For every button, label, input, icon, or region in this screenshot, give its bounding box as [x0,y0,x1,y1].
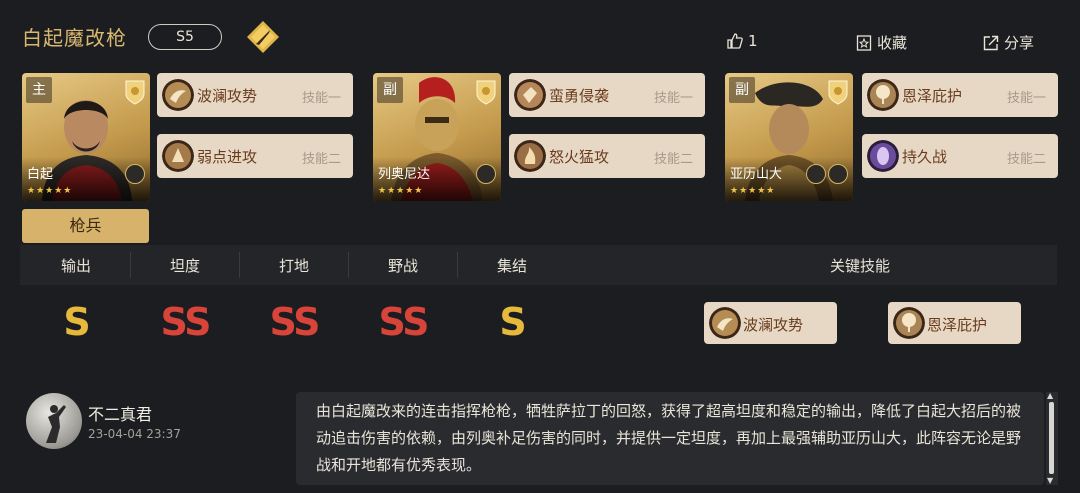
tree-blessing-icon [867,79,899,111]
key-skill-name: 恩泽庇护 [927,316,988,334]
comment-text: 由白起魔改来的连击指挥枪枪，牺牲萨拉丁的回怒，获得了超高坦度和稳定的输出，降低了… [316,402,1022,474]
weakpoint-icon [162,140,194,172]
hero-role-badge: 副 [729,77,755,103]
favorite-label: 收藏 [877,34,908,52]
hero-role-badge: 副 [377,77,403,103]
comment-author[interactable]: 不二真君 [88,401,152,425]
weapon-icon [476,164,496,184]
skill-name: 怒火猛攻 [549,148,610,166]
rating-grade-rally: S [499,300,526,344]
tree-blessing-icon [893,307,925,339]
thumbs-up-icon [727,33,743,49]
skill-card-wave-attack[interactable]: 波澜攻势 技能一 [157,73,353,117]
key-skill-name: 波澜攻势 [743,316,804,334]
hero-stars: ★★★★★ [27,186,73,196]
scroll-thumb[interactable] [1049,402,1054,474]
rating-label-siege: 打地 [278,257,309,275]
season-badge: S5 [148,24,222,50]
page-title: 白起魔改枪 [22,26,127,50]
rating-label-rally: 集结 [496,257,527,275]
hero-card-baiqi[interactable]: 主 白起 ★★★★★ [22,73,150,201]
rating-label-output: 输出 [60,257,91,275]
rating-grade-tankiness: SS [160,300,211,344]
weapon-icon [828,164,848,184]
hero-stars: ★★★★★ [730,186,776,196]
favorite-icon [856,34,872,51]
skill-card-brave-raid[interactable]: 蛮勇侵袭 技能一 [509,73,705,117]
avatar-figure [46,405,66,443]
endurance-icon [867,140,899,172]
hero-role-badge: 主 [26,77,52,103]
hero-stars: ★★★★★ [378,186,424,196]
skill-slot-label: 技能一 [1006,91,1046,106]
skill-card-endurance[interactable]: 持久战 技能二 [862,134,1058,178]
faction-emblem-icon [125,80,145,105]
hero-name: 白起 [27,167,54,182]
key-skill-tree-blessing[interactable]: 恩泽庇护 [888,302,1021,344]
like-count: 1 [748,32,758,50]
skill-slot-label: 技能一 [653,91,693,106]
skill-name: 弱点进攻 [197,148,258,166]
skill-slot-label: 技能二 [1006,152,1046,167]
skill-slot-label: 技能二 [301,152,341,167]
scroll-up-arrow-icon[interactable]: ▲ [1047,391,1053,400]
key-skills-label: 关键技能 [829,257,890,275]
share-label: 分享 [1004,34,1035,52]
share-icon [983,35,999,50]
key-skill-wave-attack[interactable]: 波澜攻势 [704,302,837,344]
rating-grade-output: S [63,300,90,344]
fury-icon [514,140,546,172]
faction-emblem-icon [476,80,496,105]
hero-name: 亚历山大 [730,167,783,182]
hero-name: 列奥尼达 [378,167,431,182]
skill-name: 波澜攻势 [197,87,258,105]
rating-grade-siege: SS [269,300,320,344]
skill-card-tree-blessing[interactable]: 恩泽庇护 技能一 [862,73,1058,117]
skill-name: 蛮勇侵袭 [549,87,610,105]
skill-card-fury[interactable]: 怒火猛攻 技能二 [509,134,705,178]
scroll-down-arrow-icon[interactable]: ▼ [1047,476,1053,485]
hero-card-leonidas[interactable]: 副 列奥尼达 ★★★★★ [373,73,501,201]
like-button[interactable]: 1 [726,32,758,50]
skill-name: 恩泽庇护 [902,87,963,105]
rating-label-field: 野战 [387,257,418,275]
spear-type-icon [247,21,279,53]
avatar[interactable] [26,393,82,449]
wave-attack-icon [162,79,194,111]
skill-name: 持久战 [902,148,948,166]
rating-label-tankiness: 坦度 [169,257,200,275]
skill-card-weakpoint[interactable]: 弱点进攻 技能二 [157,134,353,178]
comment-date: 23-04-04 23:37 [88,427,181,441]
weapon-icon [806,164,826,184]
hero-card-alexander[interactable]: 副 亚历山大 ★★★★★ [725,73,853,201]
skill-slot-label: 技能二 [653,152,693,167]
skill-slot-label: 技能一 [301,91,341,106]
brave-raid-icon [514,79,546,111]
share-button[interactable]: 分享 [982,32,1034,53]
rating-grade-field: SS [378,300,429,344]
wave-attack-icon [709,307,741,339]
weapon-icon [125,164,145,184]
favorite-button[interactable]: 收藏 [855,32,907,53]
faction-emblem-icon [828,80,848,105]
troop-class-button[interactable]: 枪兵 [22,209,149,243]
